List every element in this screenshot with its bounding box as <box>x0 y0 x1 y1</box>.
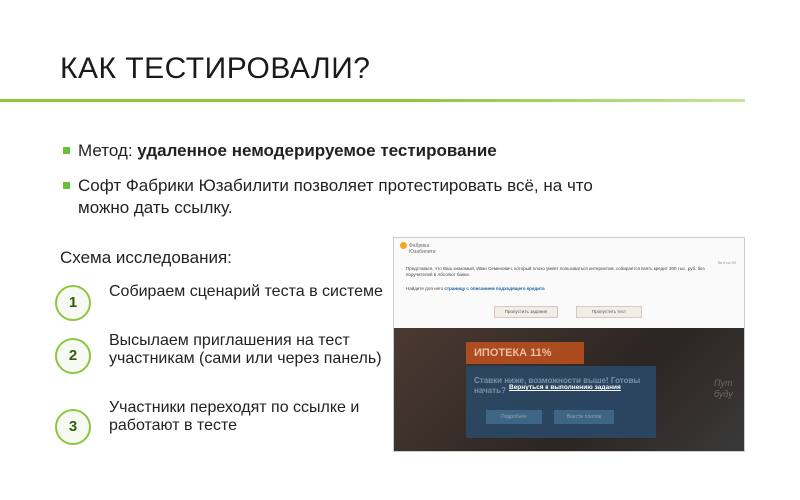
logo-line-2: Юзабилити <box>409 249 436 255</box>
side-decor-text: Пут буду <box>714 378 733 399</box>
step-number-badge: 3 <box>55 409 91 445</box>
task-instruction-prefix: Найдите для него <box>406 286 445 291</box>
skip-test-button[interactable]: Пропустить тест <box>576 306 642 318</box>
task-instruction: Найдите для него страницу с описанием по… <box>406 286 545 291</box>
skip-task-button[interactable]: Пропустить задание <box>494 306 558 318</box>
title-divider <box>0 99 745 102</box>
task-target-link[interactable]: страницу с описанием подходящего кредита <box>444 286 544 291</box>
page-title: КАК ТЕСТИРОВАЛИ? <box>60 52 371 85</box>
task-panel: Фабрика Юзабилити № 9 из 30 Представьте,… <box>394 238 744 328</box>
task-counter: № 9 из 30 <box>717 260 736 265</box>
logo-line-1: Фабрика <box>409 242 430 249</box>
step-number-badge: 2 <box>55 338 91 374</box>
task-description: Представьте, что Ваш знакомый, Иван Семе… <box>406 266 705 277</box>
usability-lab-logo: Фабрика Юзабилити <box>400 242 436 255</box>
promo-more-button[interactable]: Подробнее <box>486 410 542 424</box>
step-number-badge: 1 <box>55 285 91 321</box>
step-text: Собираем сценарий теста в системе <box>109 283 383 300</box>
step-text: Высылаем приглашения на тест участникам … <box>109 332 382 367</box>
test-screenshot: ИПОТЕКА 11% Ставки ниже, возможности выш… <box>393 237 745 452</box>
promo-pay-button[interactable]: Внести платеж <box>554 410 614 424</box>
bullet-software: Софт Фабрики Юзабилити позволяет протест… <box>62 175 622 219</box>
step-text: Участники переходят по ссылке и работают… <box>109 399 360 434</box>
bullet-method: Метод: удаленное немодерируемое тестиров… <box>62 140 622 162</box>
bullet-method-label: Метод: <box>78 141 138 160</box>
logo-icon <box>400 242 407 249</box>
promo-title: ИПОТЕКА 11% <box>474 347 552 359</box>
scheme-heading: Схема исследования: <box>60 248 232 267</box>
return-to-task-link[interactable]: Вернуться к выполнению задания <box>509 384 621 391</box>
bullet-list: Метод: удаленное немодерируемое тестиров… <box>62 140 622 232</box>
bullet-method-value: удаленное немодерируемое тестирование <box>137 141 497 160</box>
